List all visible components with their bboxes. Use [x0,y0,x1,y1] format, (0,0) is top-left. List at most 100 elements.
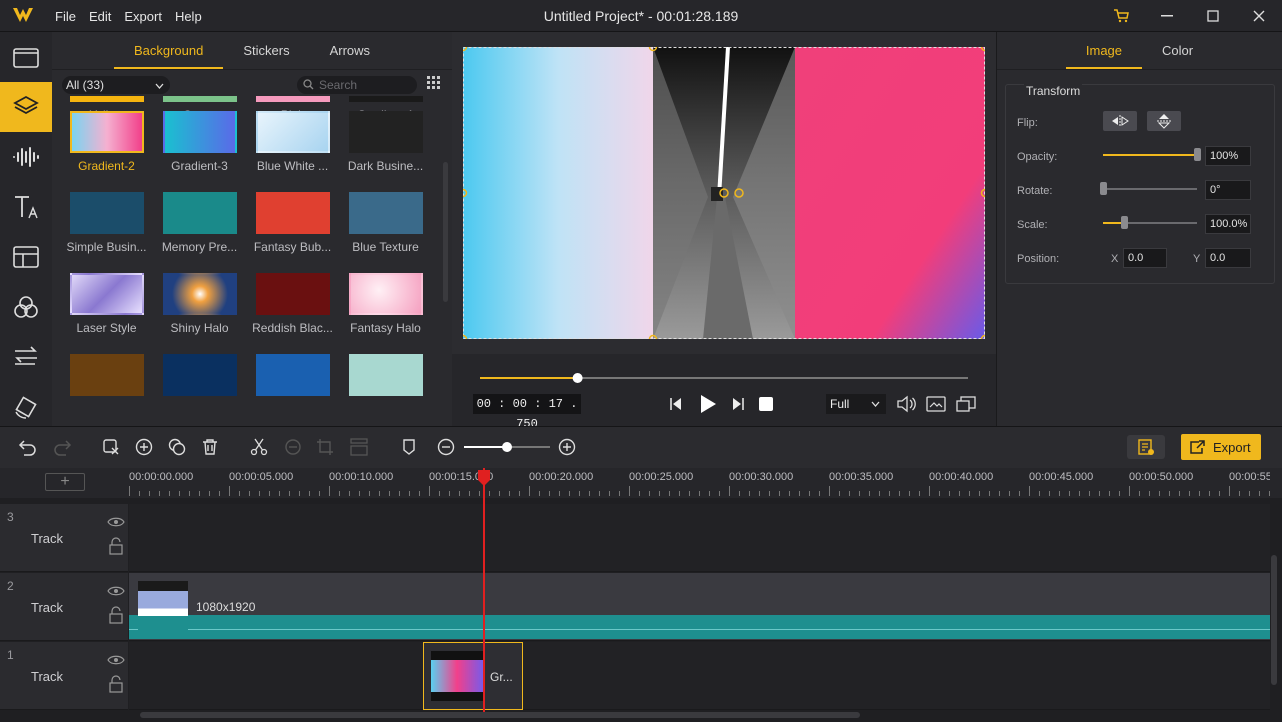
search-input[interactable]: Search [297,76,417,94]
background-item[interactable] [60,354,153,402]
step-forward-icon[interactable] [731,396,745,415]
mosaic-icon[interactable] [350,438,368,459]
scale-value[interactable]: 100.0% [1205,214,1251,234]
ruler-tick [579,491,580,496]
redo-icon[interactable] [52,438,72,459]
rotate-value[interactable]: 0° [1205,180,1251,200]
menu-file[interactable]: File [55,9,76,24]
snapshot-icon[interactable] [926,395,946,416]
library-scrollbar[interactable] [443,162,448,302]
maximize-icon[interactable] [1190,0,1236,32]
export-button[interactable]: Export [1181,434,1261,460]
undo-icon[interactable] [18,438,38,459]
timeline-scrollbar[interactable] [140,712,860,718]
opacity-slider[interactable] [1103,148,1201,161]
background-thumbnail [69,192,144,234]
motion-icon[interactable] [0,382,52,432]
background-item[interactable]: Blue White ... [246,111,339,173]
media-icon[interactable] [0,32,52,82]
eye-icon[interactable] [107,654,125,666]
fullscreen-icon[interactable] [956,395,976,416]
lock-icon[interactable] [108,675,124,693]
flip-horizontal-button[interactable] [1103,111,1137,131]
track-number: 2 [7,579,14,593]
export-settings-button[interactable] [1127,435,1165,459]
video-clip[interactable]: 1080x1920 [129,573,1270,641]
layers-icon[interactable] [0,82,52,132]
play-icon[interactable] [698,393,718,418]
cart-icon[interactable] [1098,0,1144,32]
ruler-tick [339,491,340,496]
zoom-select[interactable]: Full [826,394,886,414]
background-item[interactable]: Laser Style [60,273,153,335]
minimize-icon[interactable] [1144,0,1190,32]
background-item[interactable]: Memory Pre... [153,192,246,254]
timeline-ruler[interactable]: + 00:00:00.000 00:00:05.000 00:00:10.000 00… [0,468,1282,498]
transition-icon[interactable] [0,332,52,382]
opacity-value[interactable]: 100% [1205,146,1251,166]
y-field[interactable]: 0.0 [1205,248,1251,268]
trash-icon[interactable] [201,438,219,459]
stop-icon[interactable] [758,396,774,415]
background-item[interactable]: Reddish Blac... [246,273,339,335]
menu-help[interactable]: Help [175,9,202,24]
background-item[interactable] [246,354,339,402]
lock-icon[interactable] [108,606,124,624]
background-item[interactable]: Gradient-2 [60,111,153,173]
background-thumbnail [162,354,237,396]
timeline-zoom-slider[interactable] [464,439,550,455]
filter-icon[interactable] [0,282,52,332]
step-back-icon[interactable] [669,396,683,415]
y-label: Y [1193,253,1201,265]
background-item[interactable]: Gradient-3 [153,111,246,173]
background-item[interactable]: Dark Busine... [339,111,432,173]
copy-icon[interactable] [168,438,186,459]
progress-bar[interactable] [452,368,996,388]
eye-icon[interactable] [107,585,125,597]
volume-icon[interactable] [896,395,916,416]
text-icon[interactable] [0,182,52,232]
background-item[interactable] [153,354,246,402]
marker-icon[interactable] [402,438,416,459]
background-item[interactable]: Fantasy Bub... [246,192,339,254]
scale-slider[interactable] [1103,216,1197,229]
tab-image[interactable]: Image [1065,32,1143,69]
background-item[interactable]: Blue Texture [339,192,432,254]
menu-export[interactable]: Export [124,9,162,24]
menu-edit[interactable]: Edit [89,9,111,24]
lock-icon[interactable] [108,537,124,555]
add-clip-icon[interactable] [135,438,153,459]
crop-icon[interactable] [316,438,334,459]
background-item[interactable]: Fantasy Halo [339,273,432,335]
delete-gap-icon[interactable] [102,438,120,459]
background-item[interactable]: Simple Busin... [60,192,153,254]
tab-stickers[interactable]: Stickers [223,32,309,69]
rotate-slider[interactable] [1100,182,1197,195]
playhead-handle-icon[interactable] [477,469,491,490]
close-icon[interactable] [1236,0,1282,32]
playhead[interactable] [483,468,485,712]
tracks-scrollbar[interactable] [1271,555,1277,685]
flip-vertical-button[interactable] [1147,111,1181,131]
add-track-button[interactable]: + [45,473,85,491]
background-clip[interactable]: Gr... [423,642,523,710]
eye-icon[interactable] [107,516,125,528]
tab-arrows[interactable]: Arrows [310,32,390,69]
tab-color[interactable]: Color [1142,32,1213,69]
grid-view-icon[interactable] [427,76,441,93]
preview-canvas[interactable] [458,42,990,344]
scissors-icon[interactable] [250,438,268,459]
speed-icon[interactable] [284,438,302,459]
template-icon[interactable] [0,232,52,282]
track-lane[interactable]: Gr... [129,642,1270,710]
category-dropdown[interactable]: All (33) [62,76,170,94]
tab-background[interactable]: Background [113,32,224,69]
x-field[interactable]: 0.0 [1123,248,1167,268]
zoom-in-icon[interactable] [558,438,576,459]
zoom-out-icon[interactable] [437,438,455,459]
track-lane[interactable] [129,504,1270,572]
audio-wave-icon[interactable] [0,132,52,182]
ruler-tick [619,491,620,496]
background-item[interactable] [339,354,432,402]
background-item[interactable]: Shiny Halo [153,273,246,335]
